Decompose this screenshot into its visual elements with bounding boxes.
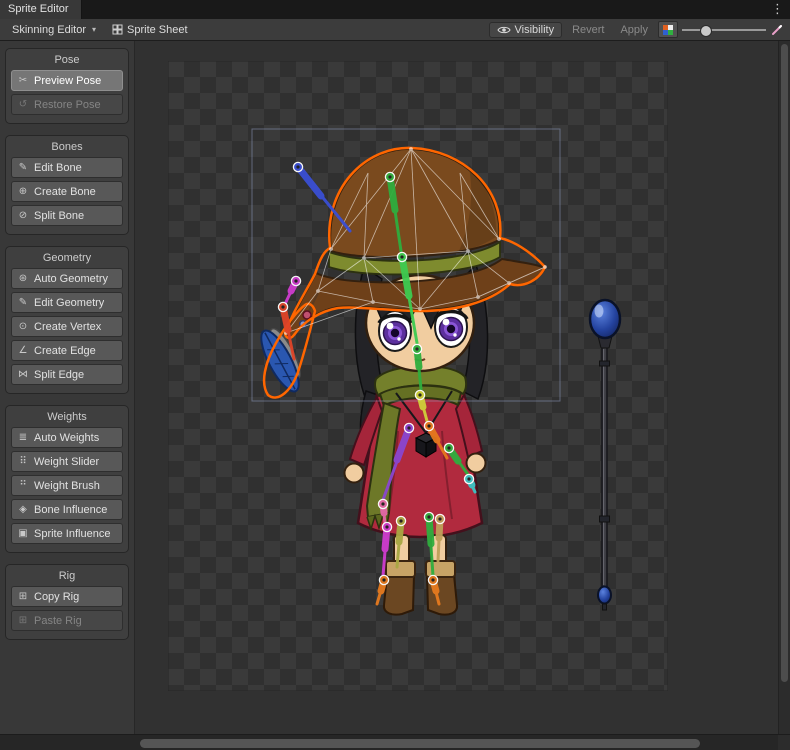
overflow-menu-icon[interactable]: ⋮ (771, 1, 784, 17)
right-eye (435, 307, 467, 347)
edit-bone-icon: ✎ (17, 162, 29, 173)
bones-panel: Bones ✎ Edit Bone ⊕ Create Bone ⊘ Split … (5, 135, 129, 235)
copy-rig-button[interactable]: ⊞ Copy Rig (11, 586, 123, 607)
sprite-canvas[interactable] (135, 41, 790, 734)
auto-weights-button[interactable]: ≣ Auto Weights (11, 427, 123, 448)
weight-slider-button[interactable]: ⠿ Weight Slider (11, 451, 123, 472)
create-vertex-icon: ⊙ (17, 321, 29, 332)
weight-slider-icon: ⠿ (17, 456, 29, 467)
slider-knob[interactable] (700, 25, 712, 37)
horizontal-scrollbar[interactable] (0, 734, 790, 750)
preview-pose-button[interactable]: ✂ Preview Pose (11, 70, 123, 91)
vertical-scrollbar[interactable] (778, 41, 790, 734)
color-grid-icon (663, 25, 673, 35)
slider-track (682, 29, 766, 31)
visibility-button[interactable]: Visibility (489, 22, 563, 38)
copy-rig-icon: ⊞ (17, 591, 29, 602)
paste-rig-button[interactable]: ⊞ Paste Rig (11, 610, 123, 631)
edit-geometry-icon: ✎ (17, 297, 29, 308)
preview-pose-icon: ✂ (17, 75, 29, 86)
skinning-tools-sidebar: Pose ✂ Preview Pose ↺ Restore Pose Bones… (0, 41, 135, 734)
sprite-opacity-slider[interactable] (682, 23, 766, 37)
scrollbar-corner (778, 735, 790, 750)
auto-geometry-icon: ⊛ (17, 273, 29, 284)
panel-title-bones: Bones (10, 141, 124, 153)
sprite-influence-icon: ▣ (17, 528, 29, 539)
split-edge-button[interactable]: ⋈ Split Edge (11, 364, 123, 385)
apply-button[interactable]: Apply (614, 22, 654, 38)
panel-title-weights: Weights (10, 411, 124, 423)
panel-title-pose: Pose (10, 54, 124, 66)
create-edge-icon: ∠ (17, 345, 29, 356)
split-bone-button[interactable]: ⊘ Split Bone (11, 205, 123, 226)
sprite-sheet-icon (112, 24, 123, 35)
sprite-influence-button[interactable]: ▣ Sprite Influence (11, 523, 123, 544)
chevron-down-icon: ▾ (92, 25, 96, 34)
auto-geometry-button[interactable]: ⊛ Auto Geometry (11, 268, 123, 289)
left-eye (379, 311, 411, 351)
bone-influence-icon: ◈ (17, 504, 29, 515)
edit-geometry-button[interactable]: ✎ Edit Geometry (11, 292, 123, 313)
bone-influence-button[interactable]: ◈ Bone Influence (11, 499, 123, 520)
tab-sprite-editor[interactable]: Sprite Editor (0, 0, 82, 19)
panel-title-rig: Rig (10, 570, 124, 582)
create-bone-icon: ⊕ (17, 186, 29, 197)
bone-color-palette-button[interactable] (658, 21, 678, 38)
sprite-texture-view[interactable] (168, 61, 668, 691)
restore-pose-button[interactable]: ↺ Restore Pose (11, 94, 123, 115)
window-tab-bar: Sprite Editor ⋮ (0, 0, 790, 19)
pose-panel: Pose ✂ Preview Pose ↺ Restore Pose (5, 48, 129, 124)
skinning-editor-dropdown[interactable]: Skinning Editor ▾ (6, 22, 102, 38)
weight-brush-button[interactable]: ⠛ Weight Brush (11, 475, 123, 496)
edit-bone-button[interactable]: ✎ Edit Bone (11, 157, 123, 178)
split-bone-icon: ⊘ (17, 210, 29, 221)
rig-panel: Rig ⊞ Copy Rig ⊞ Paste Rig (5, 564, 129, 640)
eye-icon (497, 25, 511, 35)
panel-title-geometry: Geometry (10, 252, 124, 264)
brush-slash-icon[interactable] (770, 23, 784, 37)
revert-button[interactable]: Revert (566, 22, 610, 38)
weight-brush-icon: ⠛ (17, 480, 29, 491)
split-edge-icon: ⋈ (17, 369, 29, 380)
restore-pose-icon: ↺ (17, 99, 29, 110)
create-edge-button[interactable]: ∠ Create Edge (11, 340, 123, 361)
vertical-scrollbar-thumb[interactable] (781, 44, 788, 682)
toolbar: Skinning Editor ▾ Sprite Sheet Visibilit… (0, 19, 790, 41)
geometry-panel: Geometry ⊛ Auto Geometry ✎ Edit Geometry… (5, 246, 129, 394)
paste-rig-icon: ⊞ (17, 615, 29, 626)
create-bone-button[interactable]: ⊕ Create Bone (11, 181, 123, 202)
auto-weights-icon: ≣ (17, 432, 29, 443)
create-vertex-button[interactable]: ⊙ Create Vertex (11, 316, 123, 337)
sprite-sheet-button[interactable]: Sprite Sheet (106, 22, 194, 38)
weights-panel: Weights ≣ Auto Weights ⠿ Weight Slider ⠛… (5, 405, 129, 553)
horizontal-scrollbar-thumb[interactable] (140, 739, 700, 748)
